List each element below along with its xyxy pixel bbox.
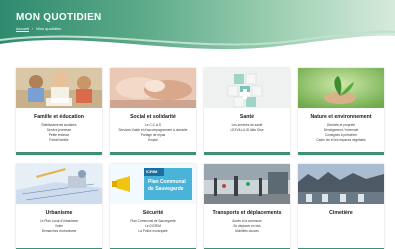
card-image-caption: ICRIM — [146, 169, 158, 174]
card-link[interactable]: Mobilités douces — [204, 229, 290, 234]
card-image-health-blocks — [204, 68, 290, 108]
card-title: Urbanisme — [45, 210, 73, 216]
card-accent-bar — [204, 152, 290, 155]
card-accent-bar — [110, 152, 196, 155]
card-image-caption: de Sauvegarde — [148, 186, 184, 192]
card-title: Sécurité — [142, 210, 164, 216]
card-image-hands — [110, 68, 196, 108]
card-link[interactable]: Emploi — [110, 138, 196, 143]
card-image-blueprint — [16, 164, 102, 204]
breadcrumb-home-link[interactable]: Accueil — [16, 26, 29, 31]
category-grid: Famille et éducation Établissements scol… — [16, 68, 384, 249]
card-image-station — [204, 164, 290, 204]
card-link[interactable]: Démarches d'urbanisme — [16, 229, 102, 234]
card-title: Santé — [239, 114, 255, 120]
card-link[interactable]: LEXVILLA ID Alès Oise — [204, 128, 290, 133]
card-link[interactable]: Cadre vie et les espaces végétales — [298, 138, 384, 143]
breadcrumb: Accueil › Mon quotidien — [16, 26, 61, 31]
page-header: MON QUOTIDIEN Accueil › Mon quotidien — [0, 0, 395, 58]
card-image-caption: Plan Communal — [148, 179, 186, 185]
card-title: Transports et déplacements — [212, 210, 282, 216]
card-link[interactable]: Portail famille — [16, 138, 102, 143]
breadcrumb-separator: › — [31, 26, 34, 31]
category-card-transports[interactable]: Transports et déplacements Accès à la co… — [204, 164, 290, 249]
card-title: Cimetière — [329, 210, 353, 216]
card-accent-bar — [298, 152, 384, 155]
category-card-urbanisme[interactable]: Urbanisme Le Plan Local d'Urbanisme Voir… — [16, 164, 102, 249]
card-image-plant — [298, 68, 384, 108]
card-title: Nature et environnement — [310, 114, 372, 120]
card-link[interactable]: La Police municipale — [110, 229, 196, 234]
category-card-social[interactable]: Social et solidarité Le C.C.A.S Services… — [110, 68, 196, 155]
page-title: MON QUOTIDIEN — [16, 12, 102, 23]
category-card-securite[interactable]: ICRIM Plan Communal de Sauvegarde Sécuri… — [110, 164, 196, 249]
card-accent-bar — [16, 152, 102, 155]
category-card-sante[interactable]: Santé Les services de santé LEXVILLA ID … — [204, 68, 290, 155]
category-card-famille[interactable]: Famille et éducation Établissements scol… — [16, 68, 102, 155]
card-title: Famille et éducation — [34, 114, 84, 120]
category-card-cimetiere[interactable]: Cimetière — [298, 164, 384, 249]
category-card-nature[interactable]: Nature et environnement Déchets et propr… — [298, 68, 384, 155]
breadcrumb-current: Mon quotidien — [36, 26, 62, 31]
card-image-family — [16, 68, 102, 108]
card-title: Social et solidarité — [130, 114, 176, 120]
card-image-cemetery — [298, 164, 384, 204]
card-image-pcs-poster: ICRIM Plan Communal de Sauvegarde — [110, 164, 196, 204]
